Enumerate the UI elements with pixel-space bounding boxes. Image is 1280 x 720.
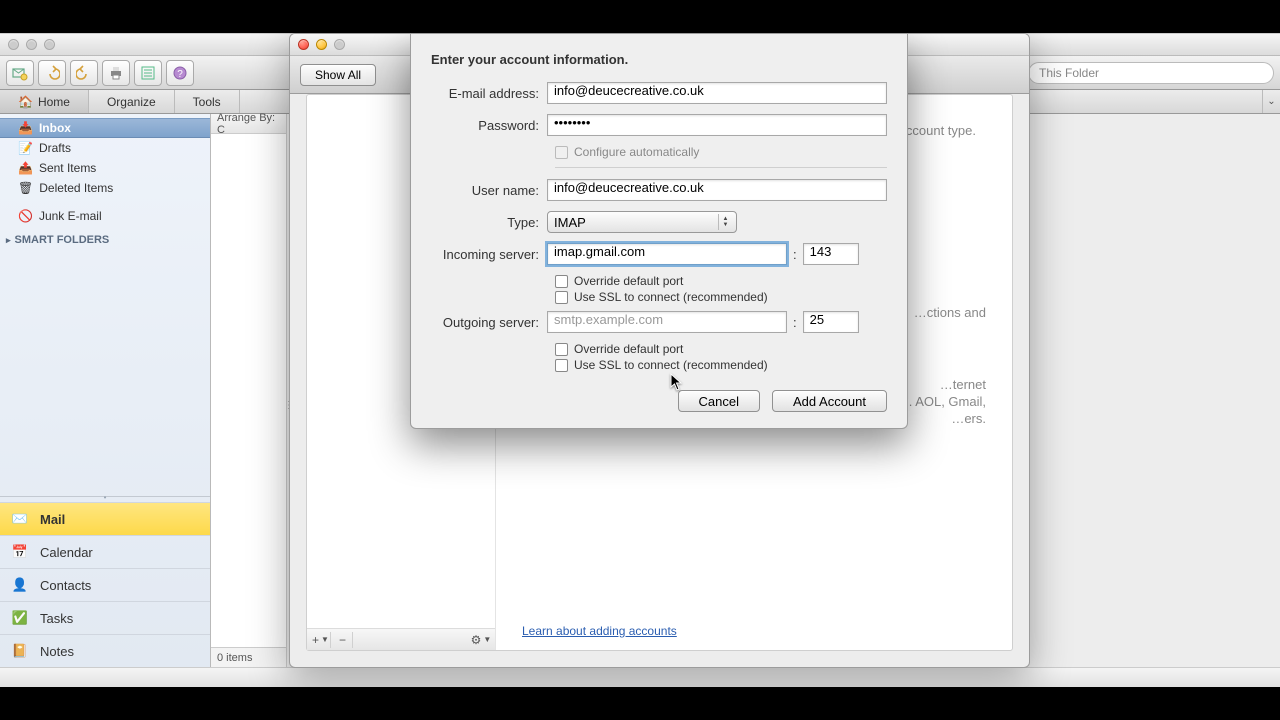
password-label: Password: xyxy=(431,118,547,133)
remove-account-button[interactable]: − xyxy=(333,632,353,648)
incoming-port-input[interactable]: 143 xyxy=(803,243,859,265)
hint-text-3c: …ers. xyxy=(909,411,986,428)
sent-icon: 📤 xyxy=(18,161,33,175)
type-label: Type: xyxy=(431,215,547,230)
incoming-ssl-label: Use SSL to connect (recommended) xyxy=(574,290,768,304)
tab-organize[interactable]: Organize xyxy=(89,90,175,113)
cancel-button[interactable]: Cancel xyxy=(678,390,760,412)
configure-auto-checkbox[interactable] xyxy=(555,146,568,159)
tab-home[interactable]: 🏠Home xyxy=(0,90,89,113)
redo-button[interactable] xyxy=(70,60,98,86)
navigation-sidebar: 📥 Inbox 📝 Drafts 📤 Sent Items 🗑 Deleted … xyxy=(0,114,211,667)
drafts-icon: 📝 xyxy=(18,141,33,155)
hint-text-3a: …ternet xyxy=(909,377,986,394)
accounts-close-dot[interactable] xyxy=(298,39,309,50)
username-label: User name: xyxy=(431,183,547,198)
calendar-icon: 📅 xyxy=(10,542,30,562)
module-contacts[interactable]: 👤Contacts xyxy=(0,568,210,601)
hint-text-3b: . AOL, Gmail, xyxy=(909,394,986,411)
sidebar-item-deleted[interactable]: 🗑 Deleted Items xyxy=(0,178,210,198)
select-arrows-icon: ▲▼ xyxy=(718,214,732,230)
outgoing-override-port-label: Override default port xyxy=(574,342,683,356)
learn-link[interactable]: Learn about adding accounts xyxy=(522,624,677,638)
main-status-bar xyxy=(0,667,1280,687)
mail-icon: ✉️ xyxy=(10,509,30,529)
message-list-pane: Arrange By: C 0 items ⋮ xyxy=(211,114,287,667)
accounts-zoom-dot[interactable] xyxy=(334,39,345,50)
undo-button[interactable] xyxy=(38,60,66,86)
incoming-port-separator: : xyxy=(793,247,797,262)
sidebar-header-smart-folders[interactable]: SMART FOLDERS xyxy=(0,226,210,248)
accounts-list-footer: +▼ − ⚙▼ xyxy=(307,628,495,650)
print-button[interactable] xyxy=(102,60,130,86)
outgoing-server-input[interactable]: smtp.example.com xyxy=(547,311,787,333)
list-view-button[interactable] xyxy=(134,60,162,86)
module-mail[interactable]: ✉️Mail xyxy=(0,502,210,535)
section-separator xyxy=(555,167,887,168)
email-label: E-mail address: xyxy=(431,86,547,101)
accounts-minimize-dot[interactable] xyxy=(316,39,327,50)
search-folder-input[interactable]: This Folder xyxy=(1028,62,1274,84)
outgoing-port-input[interactable]: 25 xyxy=(803,311,859,333)
add-account-button[interactable]: +▼ xyxy=(311,632,331,648)
incoming-server-input[interactable]: imap.gmail.com xyxy=(547,243,787,265)
zoom-dot[interactable] xyxy=(44,39,55,50)
tasks-icon: ✅ xyxy=(10,608,30,628)
mouse-cursor-icon xyxy=(670,373,684,391)
minimize-dot[interactable] xyxy=(26,39,37,50)
sidebar-item-sent[interactable]: 📤 Sent Items xyxy=(0,158,210,178)
junk-icon: 🚫 xyxy=(18,209,33,223)
ribbon-expand-icon[interactable]: ⌄ xyxy=(1262,90,1280,113)
outgoing-port-separator: : xyxy=(793,315,797,330)
new-mail-button[interactable] xyxy=(6,60,34,86)
tab-tools[interactable]: Tools xyxy=(175,90,240,113)
add-account-button[interactable]: Add Account xyxy=(772,390,887,412)
module-notes[interactable]: 📔Notes xyxy=(0,634,210,667)
item-count-status: 0 items xyxy=(211,647,286,667)
close-dot[interactable] xyxy=(8,39,19,50)
outgoing-label: Outgoing server: xyxy=(431,315,547,330)
sidebar-item-inbox[interactable]: 📥 Inbox xyxy=(0,118,210,138)
module-tasks[interactable]: ✅Tasks xyxy=(0,601,210,634)
home-icon: 🏠 xyxy=(18,95,33,109)
sheet-heading: Enter your account information. xyxy=(431,52,887,67)
notes-icon: 📔 xyxy=(10,641,30,661)
show-all-button[interactable]: Show All xyxy=(300,64,376,86)
module-calendar[interactable]: 📅Calendar xyxy=(0,535,210,568)
outgoing-ssl-label: Use SSL to connect (recommended) xyxy=(574,358,768,372)
incoming-ssl-checkbox[interactable] xyxy=(555,291,568,304)
add-account-sheet: Enter your account information. E-mail a… xyxy=(410,34,908,429)
hint-text-2a: …ctions and xyxy=(914,305,986,322)
account-actions-button[interactable]: ⚙▼ xyxy=(471,632,491,648)
password-input[interactable]: •••••••• xyxy=(547,114,887,136)
inbox-icon: 📥 xyxy=(18,121,33,135)
contacts-icon: 👤 xyxy=(10,575,30,595)
incoming-override-port-checkbox[interactable] xyxy=(555,275,568,288)
help-button[interactable]: ? xyxy=(166,60,194,86)
arrange-by-header[interactable]: Arrange By: C xyxy=(211,114,286,134)
outgoing-ssl-checkbox[interactable] xyxy=(555,359,568,372)
search-placeholder: This Folder xyxy=(1039,66,1099,80)
sidebar-item-drafts[interactable]: 📝 Drafts xyxy=(0,138,210,158)
username-input[interactable]: info@deucecreative.co.uk xyxy=(547,179,887,201)
trash-icon: 🗑 xyxy=(18,181,33,195)
incoming-override-port-label: Override default port xyxy=(574,274,683,288)
incoming-label: Incoming server: xyxy=(431,247,547,262)
sidebar-item-junk[interactable]: 🚫 Junk E-mail xyxy=(0,206,210,226)
accounts-window: Accounts Show All +▼ − ⚙▼ To get started… xyxy=(289,33,1030,668)
email-input[interactable]: info@deucecreative.co.uk xyxy=(547,82,887,104)
account-type-select[interactable]: IMAP ▲▼ xyxy=(547,211,737,233)
configure-auto-label: Configure automatically xyxy=(574,145,699,159)
svg-text:?: ? xyxy=(177,69,183,80)
outgoing-override-port-checkbox[interactable] xyxy=(555,343,568,356)
